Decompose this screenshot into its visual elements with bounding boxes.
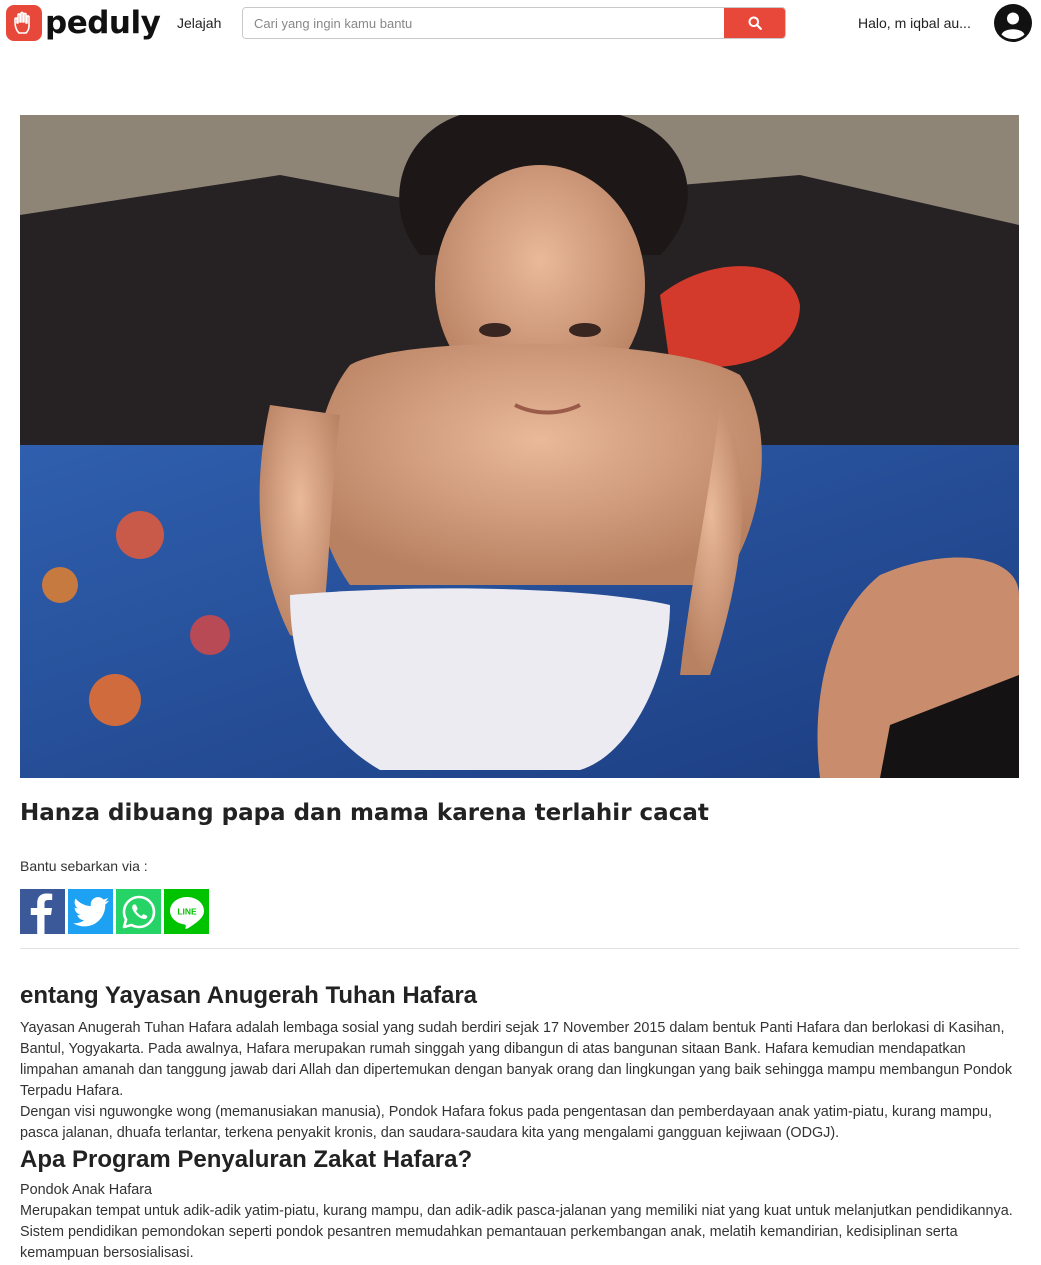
campaign-story: entang Yayasan Anugerah Tuhan Hafara Yay… [20,980,1020,1264]
section-heading-about: entang Yayasan Anugerah Tuhan Hafara [20,982,478,1009]
user-avatar-icon[interactable] [994,4,1032,42]
share-whatsapp-button[interactable] [116,889,161,934]
search-input[interactable] [243,8,724,38]
whatsapp-icon [122,895,155,928]
program-description: Merupakan tempat untuk adik-adik yatim-p… [20,1203,1013,1261]
search-icon [748,16,762,30]
top-navbar: peduly Jelajah Halo, m iqbal au... [0,0,1041,48]
hand-icon [6,5,42,41]
share-facebook-button[interactable] [20,889,65,934]
about-paragraph-1: Yayasan Anugerah Tuhan Hafara adalah lem… [20,1020,1013,1099]
search-bar [242,7,786,39]
share-line-button[interactable]: LINE [164,889,209,934]
share-label: Bantu sebarkan via : [20,858,148,874]
share-buttons: LINE [20,889,209,934]
brand-logo[interactable]: peduly [6,5,161,41]
brand-name: peduly [45,5,161,41]
program-name: Pondok Anak Hafara [20,1182,153,1198]
campaign-photo [20,115,1019,778]
about-paragraph-2: Dengan visi nguwongke wong (memanusiakan… [20,1104,992,1141]
facebook-icon [30,893,53,934]
line-icon: LINE [169,896,204,929]
user-greeting[interactable]: Halo, m iqbal au... [858,15,971,31]
search-button[interactable] [724,8,785,38]
campaign-title: Hanza dibuang papa dan mama karena terla… [20,800,709,826]
section-divider [20,948,1019,949]
share-twitter-button[interactable] [68,889,113,934]
section-heading-program: Apa Program Penyaluran Zakat Hafara? [20,1146,473,1173]
nav-explore-link[interactable]: Jelajah [177,15,221,31]
twitter-icon [72,896,109,926]
svg-text:LINE: LINE [177,906,197,916]
